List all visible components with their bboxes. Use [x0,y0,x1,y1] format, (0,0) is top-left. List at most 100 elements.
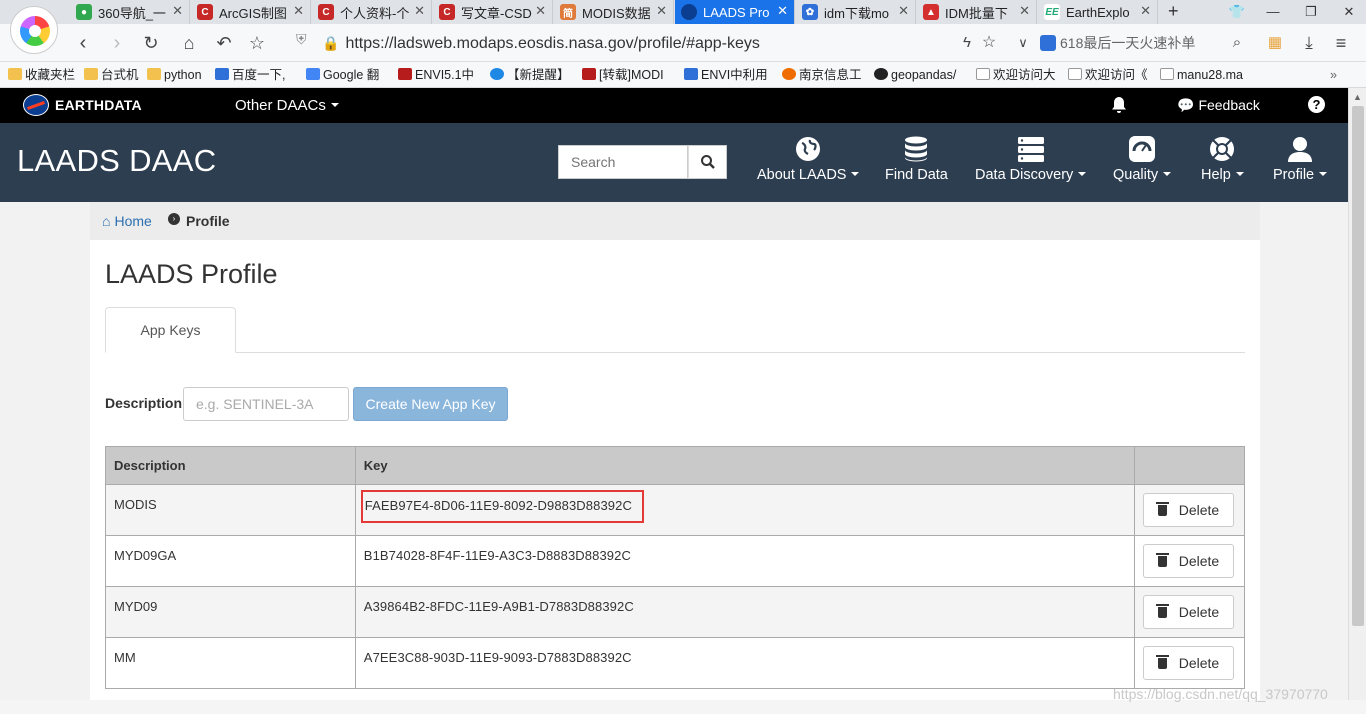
bookmark-link[interactable]: ENVI5.1中 [398,66,474,84]
skin-icon[interactable]: 👕 [1222,0,1252,24]
reload-button[interactable]: ↻ [140,31,162,55]
delete-button[interactable]: Delete [1142,595,1234,629]
browser-tab[interactable]: ✿ idm下载mo ✕ [796,0,916,24]
row-actions: Delete [1133,637,1246,689]
description-label: Description [105,395,183,411]
home-button[interactable]: ⌂ [178,31,200,55]
page-scrollbar[interactable]: ▲ [1348,88,1366,714]
breadcrumb-current: Profile [186,213,230,229]
browser-status-bar [0,700,1366,714]
close-icon[interactable]: ✕ [293,3,304,19]
description-input[interactable] [183,387,349,421]
browser-tab[interactable]: C 个人资料-个 ✕ [312,0,432,24]
bookmark-link[interactable]: [转载]MODI [582,66,664,84]
site-search-input[interactable] [558,145,688,179]
delete-button[interactable]: Delete [1142,646,1234,680]
bookmark-link[interactable]: geopandas/ [874,66,956,84]
close-icon[interactable]: ✕ [1140,3,1151,19]
menu-profile[interactable]: Profile [1273,135,1328,183]
bookmark-folder[interactable]: python [147,66,202,84]
delete-button[interactable]: Delete [1142,544,1234,578]
table-row: MM A7EE3C88-903D-11E9-9093-D7883D88392C … [105,637,1246,689]
delete-button[interactable]: Delete [1142,493,1234,527]
baidu-icon [684,68,698,80]
bookmark-link[interactable]: 欢迎访问大 [976,66,1056,84]
create-app-key-button[interactable]: Create New App Key [353,387,508,421]
bookmark-link[interactable]: 南京信息工 [782,66,862,84]
browser-tab[interactable]: 简 MODIS数据 ✕ [554,0,674,24]
baidu-icon [1040,35,1056,51]
bookmark-star-button[interactable]: ☆ [246,31,268,55]
bell-icon[interactable] [1110,96,1128,119]
row-key: FAEB97E4-8D06-11E9-8092-D9883D88392C [354,484,1135,536]
bookmark-link[interactable]: 【新提醒】 [490,66,570,84]
browser-tab[interactable]: EE EarthExplo ✕ [1038,0,1158,24]
nuist-icon [782,68,796,80]
shield-icon[interactable]: ⛨ [296,31,307,48]
bookmark-link[interactable]: ENVI中利用 [684,66,768,84]
bookmark-link[interactable]: 欢迎访问《 [1068,66,1148,84]
maximize-button[interactable]: ❐ [1296,0,1326,24]
tab-divider [105,352,1245,353]
site-title[interactable]: LAADS DAAC [17,143,216,179]
back-button[interactable]: ‹ [72,31,94,55]
undo-button[interactable]: ↶ [213,31,235,55]
menu-about-laads[interactable]: About LAADS [757,135,860,183]
help-icon[interactable]: ? [1308,96,1325,113]
browser-logo-icon[interactable] [10,6,58,54]
close-icon[interactable]: ✕ [1019,3,1030,19]
close-icon[interactable]: ✕ [898,3,909,19]
bookmark-link[interactable]: 百度一下, [215,66,285,84]
menu-icon[interactable]: ≡ [1330,31,1352,55]
lightning-icon[interactable]: ϟ [956,31,978,55]
bookmark-link[interactable]: manu28.ma [1160,66,1243,84]
baidu-icon: ✿ [802,4,818,20]
browser-tab[interactable]: ▲ IDM批量下 ✕ [917,0,1037,24]
nasa-icon [681,4,697,20]
forward-button[interactable]: › [106,31,128,55]
lifebuoy-icon [1210,137,1235,161]
page-icon [1160,68,1174,80]
watermark-text: https://blog.csdn.net/qq_37970770 [1113,686,1328,702]
menu-find-data[interactable]: Find Data [885,135,948,183]
other-daacs-menu[interactable]: Other DAACs [235,97,339,114]
earthdata-brand[interactable]: EARTHDATA [55,97,142,113]
favorite-star-icon[interactable]: ☆ [978,31,1000,55]
close-icon[interactable]: ✕ [535,3,546,19]
scroll-up-arrow-icon[interactable]: ▲ [1353,92,1362,102]
browser-tab-active[interactable]: LAADS Pro ✕ [675,0,795,24]
browser-tab[interactable]: C ArcGIS制图 ✕ [191,0,311,24]
browser-tab[interactable]: C 写文章-CSD ✕ [433,0,553,24]
close-icon[interactable]: ✕ [172,3,183,19]
row-actions: Delete [1133,484,1246,536]
close-icon[interactable]: ✕ [414,3,425,19]
tab-app-keys[interactable]: App Keys [105,307,236,353]
minimize-button[interactable]: — [1258,0,1288,24]
chevron-down-icon[interactable]: ∨ [1012,31,1034,55]
nasa-logo-icon[interactable] [23,94,49,116]
trash-icon [1155,552,1169,567]
download-icon[interactable]: ⤓ [1298,31,1320,55]
close-icon[interactable]: ✕ [777,3,788,19]
browser-search-field[interactable]: 618最后一天火速补单 [1040,30,1250,56]
close-window-button[interactable]: ✕ [1334,0,1364,24]
bookmarks-bar: 收藏夹栏 台式机 python 百度一下, Google 翻 ENVI5.1中 … [0,62,1366,88]
lock-icon: 🔒 [322,35,340,51]
search-icon[interactable]: ⌕ [1226,31,1248,55]
close-icon[interactable]: ✕ [656,3,667,19]
home-icon: ⌂ [102,213,111,229]
breadcrumb-home-link[interactable]: ⌂ Home [102,213,152,229]
menu-data-discovery[interactable]: Data Discovery [975,135,1087,183]
bookmark-folder[interactable]: 收藏夹栏 [8,66,75,84]
site-search-button[interactable] [688,145,727,179]
bookmark-link[interactable]: Google 翻 [306,66,379,84]
bookmarks-overflow-icon[interactable]: » [1330,66,1337,84]
feedback-link[interactable]: 💬 Feedback [1177,97,1260,114]
menu-quality[interactable]: Quality [1113,135,1172,183]
new-tab-button[interactable]: + [1168,0,1188,24]
bookmark-folder[interactable]: 台式机 [84,66,139,84]
apps-grid-icon[interactable]: ▦ [1264,31,1286,55]
scrollbar-thumb[interactable] [1352,106,1364,626]
menu-help[interactable]: Help [1201,135,1244,183]
browser-tab[interactable]: ● 360导航_一 ✕ [70,0,190,24]
